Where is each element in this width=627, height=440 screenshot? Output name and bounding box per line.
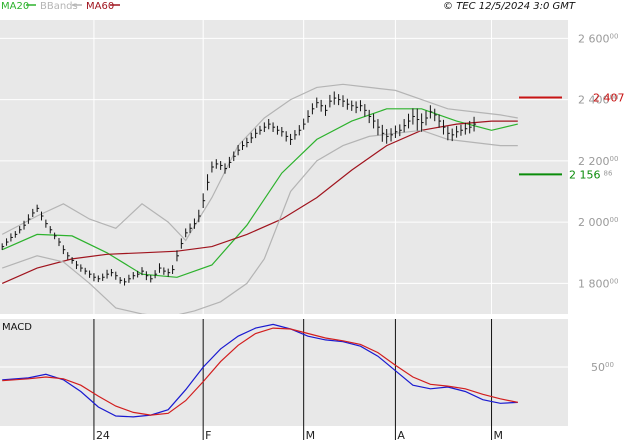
price-y-tick-label: 2 60000: [578, 32, 618, 45]
level-label-2: 2 156 86: [569, 168, 613, 181]
legend-ma60: MA60: [86, 1, 120, 12]
legend-bbands: BBands: [40, 1, 82, 12]
legend-ma20-label: MA20: [1, 1, 29, 12]
macd-y-tick-label: 5000: [591, 361, 614, 374]
price-y-tick-sub: 00: [610, 216, 619, 224]
chart-stage: MA20 BBands MA60 © TEC 12/5/2024 3:0 GMT…: [0, 0, 627, 440]
price-y-tick-sub: 00: [610, 277, 619, 285]
legend-ma20: MA20: [1, 1, 36, 12]
chart-timestamp: © TEC 12/5/2024 3:0 GMT: [443, 1, 576, 12]
price-y-tick-label: 1 80000: [578, 277, 618, 290]
chart-header: MA20 BBands MA60 © TEC 12/5/2024 3:0 GMT: [1, 1, 576, 12]
price-y-tick-sub: 00: [610, 32, 619, 40]
legend-ma60-label: MA60: [86, 1, 114, 12]
macd-title: MACD: [2, 322, 32, 333]
macd-plot-area: [0, 319, 568, 426]
x-tick-label: M: [494, 429, 504, 440]
level-label-1: 2 4071: [593, 91, 627, 104]
macd-y-tick-sub: 00: [605, 361, 614, 369]
x-tick-label: F: [205, 429, 211, 440]
x-tick-label: A: [397, 429, 405, 440]
price-panel: 2 600002 400002 200002 000001 800002 407…: [0, 20, 627, 314]
price-y-tick-sub: 00: [610, 155, 619, 163]
level-label-sub: 86: [604, 169, 613, 177]
macd-panel: 5000 24 F M A M MACD: [0, 319, 614, 440]
legend-bbands-label: BBands: [40, 1, 78, 12]
x-tick-label: 24: [96, 429, 110, 440]
x-tick-label: M: [306, 429, 316, 440]
price-y-tick-label: 2 00000: [578, 216, 618, 229]
price-y-tick-label: 2 20000: [578, 155, 618, 168]
